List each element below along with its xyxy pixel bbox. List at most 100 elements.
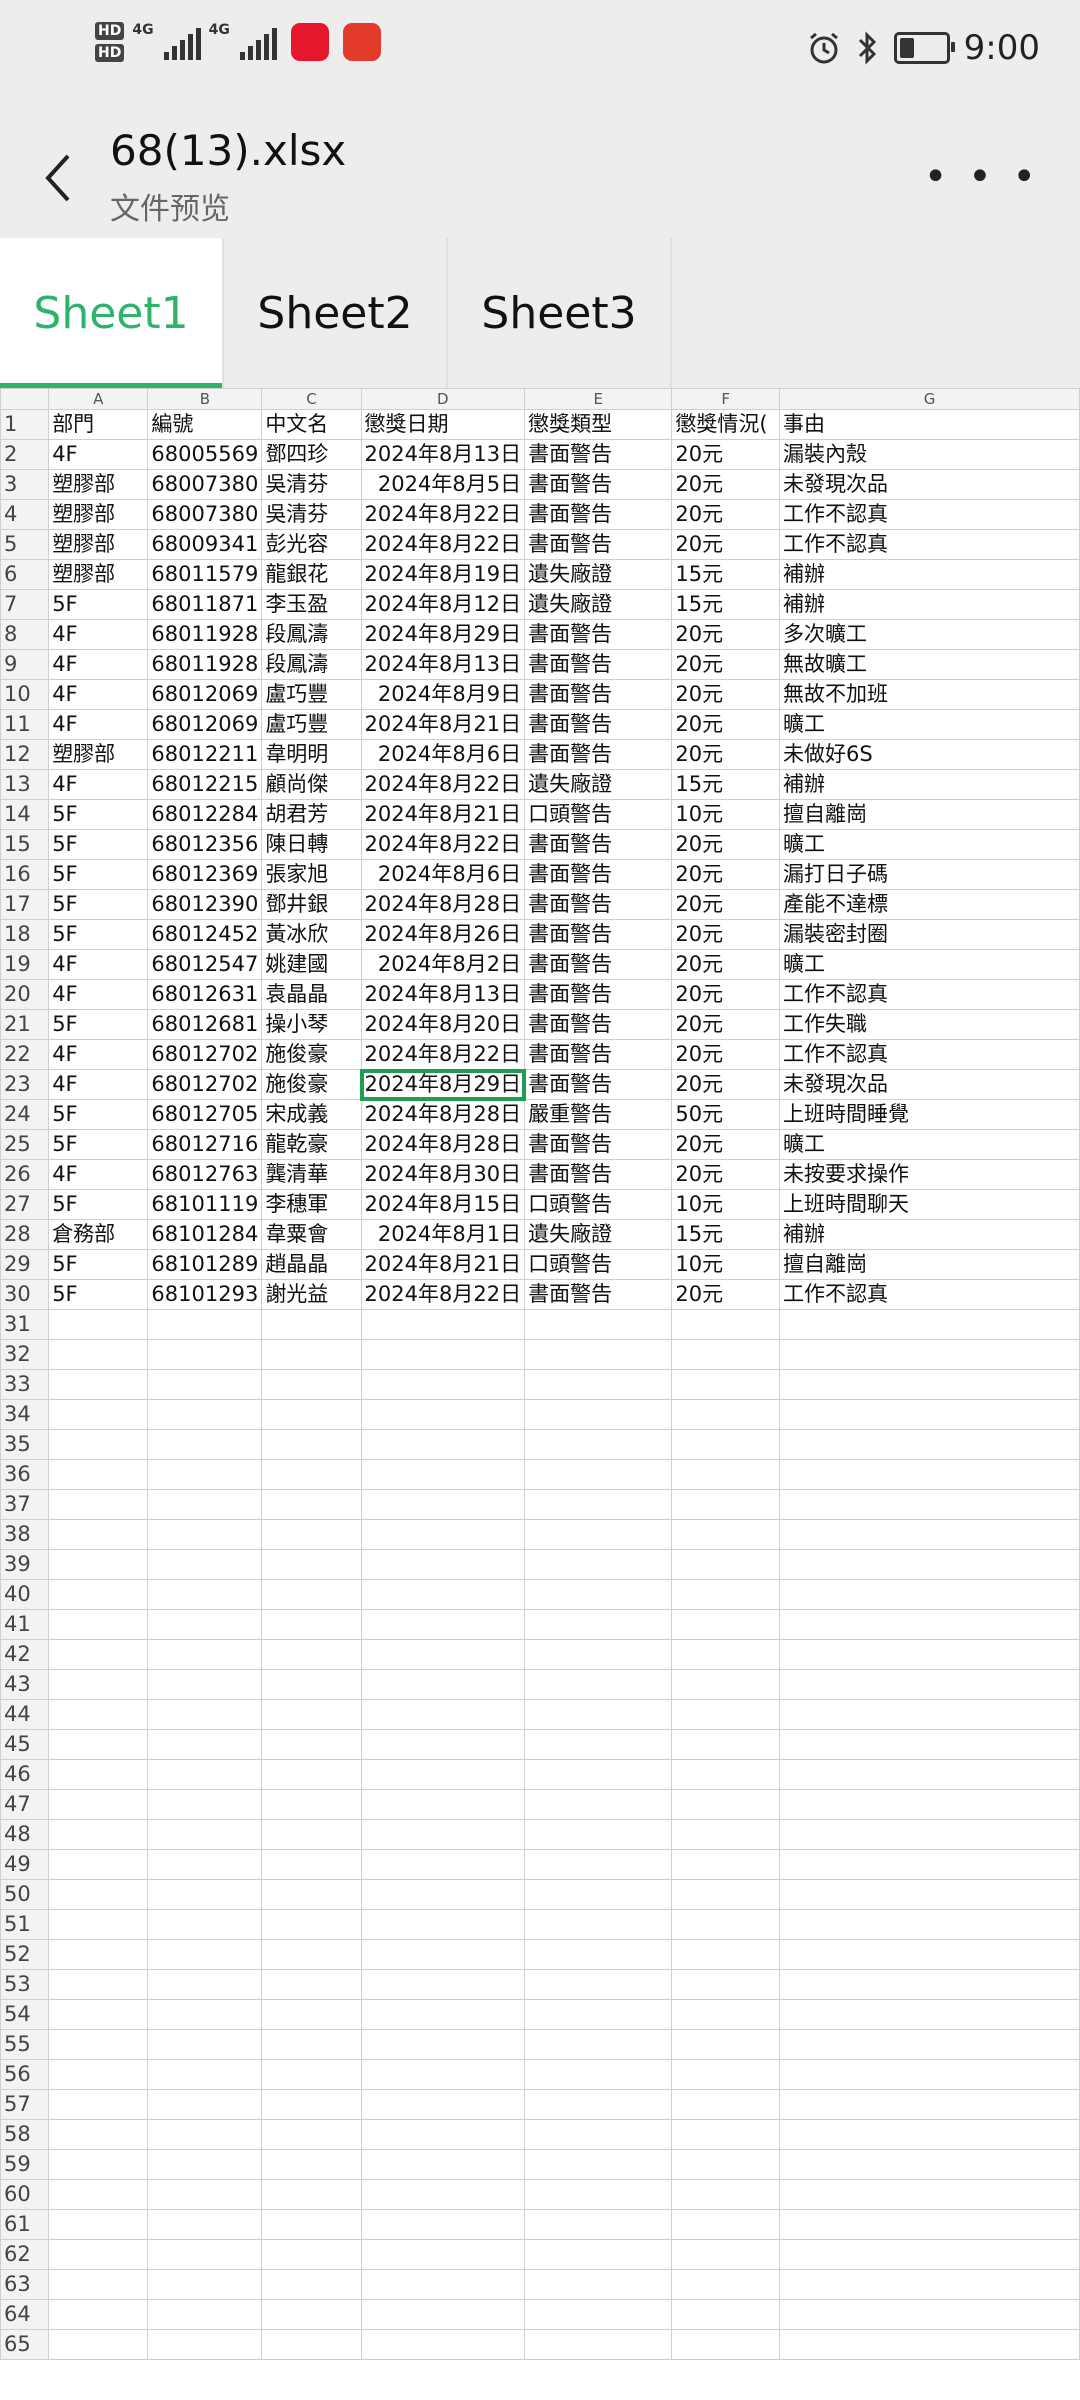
cell[interactable] xyxy=(671,2299,781,2330)
cell[interactable] xyxy=(524,2149,673,2180)
cell[interactable]: 5F xyxy=(48,1189,149,1220)
cell[interactable]: 68009341 xyxy=(147,529,263,560)
cell[interactable]: 20元 xyxy=(671,1129,781,1160)
cell[interactable] xyxy=(779,1459,1080,1490)
cell[interactable]: 段鳳濤 xyxy=(261,619,362,650)
cell[interactable] xyxy=(48,2029,149,2060)
row-number[interactable]: 62 xyxy=(0,2239,50,2270)
cell[interactable]: 工作不認真 xyxy=(779,529,1080,560)
cell[interactable]: 補辦 xyxy=(779,589,1080,620)
cell[interactable] xyxy=(524,1519,673,1550)
cell[interactable]: 68101284 xyxy=(147,1219,263,1250)
cell[interactable] xyxy=(261,1909,362,1940)
cell[interactable] xyxy=(671,2269,781,2300)
cell[interactable]: 書面警告 xyxy=(524,1009,673,1040)
cell[interactable]: 書面警告 xyxy=(524,679,673,710)
row-number[interactable]: 30 xyxy=(0,1279,50,1310)
cell[interactable]: 鄧井銀 xyxy=(261,889,362,920)
cell[interactable] xyxy=(261,1429,362,1460)
cell[interactable]: 補辦 xyxy=(779,559,1080,590)
cell[interactable] xyxy=(671,2149,781,2180)
cell[interactable] xyxy=(360,1489,526,1520)
cell[interactable] xyxy=(524,2089,673,2120)
row-number[interactable]: 54 xyxy=(0,1999,50,2030)
cell[interactable] xyxy=(360,2239,526,2270)
cell[interactable]: 顧尚傑 xyxy=(261,769,362,800)
cell[interactable]: 上班時間聊天 xyxy=(779,1189,1080,1220)
cell[interactable]: 20元 xyxy=(671,889,781,920)
cell[interactable] xyxy=(261,1789,362,1820)
cell[interactable] xyxy=(261,2119,362,2150)
cell[interactable] xyxy=(48,2179,149,2210)
cell[interactable]: 2024年8月22日 xyxy=(360,499,526,530)
cell[interactable] xyxy=(779,1429,1080,1460)
cell[interactable] xyxy=(524,2329,673,2360)
cell[interactable] xyxy=(48,2149,149,2180)
cell[interactable] xyxy=(779,2029,1080,2060)
cell[interactable]: 20元 xyxy=(671,499,781,530)
cell[interactable] xyxy=(524,1909,673,1940)
cell[interactable] xyxy=(261,1519,362,1550)
cell[interactable]: 姚建國 xyxy=(261,949,362,980)
cell[interactable]: 書面警告 xyxy=(524,499,673,530)
cell[interactable] xyxy=(261,1609,362,1640)
cell[interactable] xyxy=(48,1879,149,1910)
column-header[interactable]: A xyxy=(48,388,149,410)
row-number[interactable]: 13 xyxy=(0,769,50,800)
cell[interactable] xyxy=(48,1759,149,1790)
cell[interactable] xyxy=(48,2299,149,2330)
row-number[interactable]: 29 xyxy=(0,1249,50,1280)
cell[interactable] xyxy=(48,2209,149,2240)
cell[interactable]: 操小琴 xyxy=(261,1009,362,1040)
cell[interactable] xyxy=(524,1399,673,1430)
cell[interactable] xyxy=(147,1369,263,1400)
cell[interactable]: 2024年8月12日 xyxy=(360,589,526,620)
cell[interactable] xyxy=(48,1369,149,1400)
row-number[interactable]: 37 xyxy=(0,1489,50,1520)
cell[interactable] xyxy=(671,2059,781,2090)
cell[interactable]: 塑膠部 xyxy=(48,469,149,500)
cell[interactable] xyxy=(147,2089,263,2120)
cell[interactable]: 書面警告 xyxy=(524,1069,673,1100)
cell[interactable] xyxy=(360,1429,526,1460)
cell[interactable]: 20元 xyxy=(671,979,781,1010)
cell[interactable] xyxy=(48,1549,149,1580)
cell[interactable] xyxy=(48,1429,149,1460)
cell[interactable] xyxy=(48,1939,149,1970)
cell[interactable] xyxy=(524,1489,673,1520)
cell[interactable] xyxy=(360,2209,526,2240)
cell[interactable] xyxy=(671,1339,781,1370)
cell[interactable]: 盧巧豐 xyxy=(261,709,362,740)
cell[interactable] xyxy=(360,1549,526,1580)
cell[interactable] xyxy=(48,2089,149,2120)
cell[interactable] xyxy=(671,1729,781,1760)
cell[interactable]: 盧巧豐 xyxy=(261,679,362,710)
cell[interactable]: 68011871 xyxy=(147,589,263,620)
cell[interactable]: 10元 xyxy=(671,1249,781,1280)
cell[interactable]: 68007380 xyxy=(147,469,263,500)
row-number[interactable]: 27 xyxy=(0,1189,50,1220)
cell[interactable]: 5F xyxy=(48,829,149,860)
cell[interactable] xyxy=(147,1309,263,1340)
cell[interactable] xyxy=(671,1309,781,1340)
cell[interactable] xyxy=(48,1579,149,1610)
cell[interactable]: 吳清芬 xyxy=(261,469,362,500)
cell[interactable]: 書面警告 xyxy=(524,829,673,860)
cell[interactable] xyxy=(147,1639,263,1670)
row-number[interactable]: 63 xyxy=(0,2269,50,2300)
cell[interactable]: 68011928 xyxy=(147,649,263,680)
cell[interactable] xyxy=(360,2059,526,2090)
cell[interactable] xyxy=(360,1519,526,1550)
cell[interactable] xyxy=(671,1759,781,1790)
cell[interactable] xyxy=(671,1849,781,1880)
cell[interactable]: 嚴重警告 xyxy=(524,1099,673,1130)
cell[interactable]: 68012211 xyxy=(147,739,263,770)
cell[interactable]: 塑膠部 xyxy=(48,529,149,560)
cell[interactable] xyxy=(48,1849,149,1880)
cell[interactable]: 補辦 xyxy=(779,1219,1080,1250)
cell[interactable] xyxy=(524,1729,673,1760)
cell[interactable]: 4F xyxy=(48,949,149,980)
cell[interactable]: 20元 xyxy=(671,1009,781,1040)
cell[interactable]: 韋粟會 xyxy=(261,1219,362,1250)
cell[interactable]: 5F xyxy=(48,1009,149,1040)
